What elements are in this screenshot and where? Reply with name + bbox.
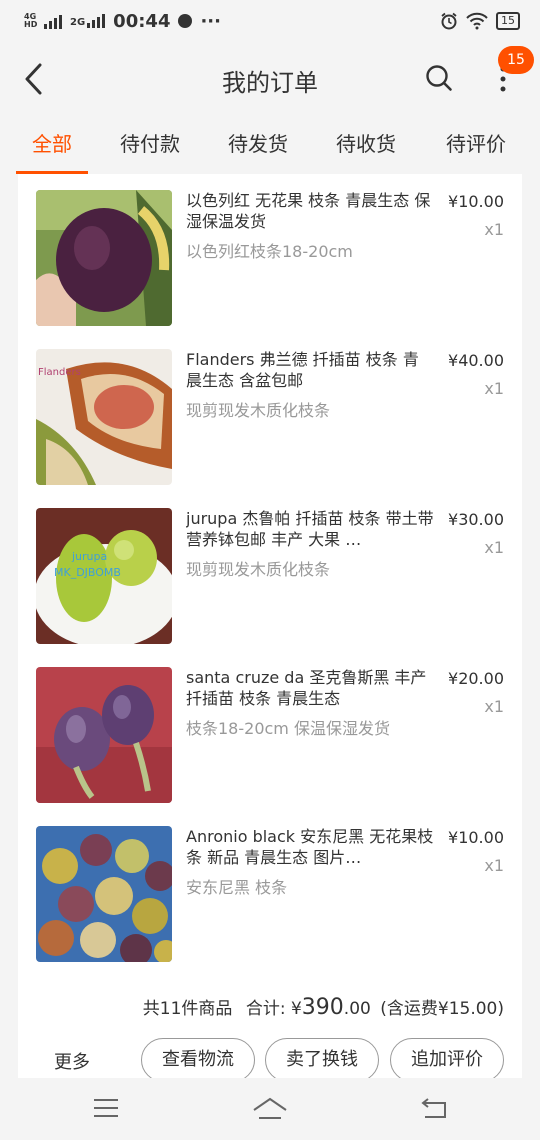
product-image[interactable] <box>36 190 172 326</box>
product-sku: 枝条18-20cm 保温保湿发货 <box>186 719 390 738</box>
status-bar: 4G HD 2G 00:44 ··· 15 <box>0 0 540 42</box>
tab-pending-payment[interactable]: 待付款 <box>96 118 204 174</box>
status-time: 00:44 <box>113 10 171 32</box>
product-name: santa cruze da 圣克鲁斯黑 丰产 扦插苗 枝条 青晨生态 <box>186 668 427 708</box>
product-quantity: x1 <box>484 220 504 239</box>
back-arrow-icon[interactable] <box>22 62 46 96</box>
product-sku: 现剪现发木质化枝条 <box>186 560 331 579</box>
tab-all[interactable]: 全部 <box>8 118 96 174</box>
shipping-fee: (含运费¥15.00) <box>380 999 504 1019</box>
total-label: 合计: ¥ <box>245 999 302 1019</box>
product-image[interactable]: Flanders <box>36 349 172 485</box>
order-summary: 共11件商品 合计: ¥390.00 (含运费¥15.00) <box>143 994 504 1020</box>
total-decimal: .00 <box>343 999 371 1019</box>
order-item[interactable]: santa cruze da 圣克鲁斯黑 丰产 扦插苗 枝条 青晨生态 枝条18… <box>36 667 504 803</box>
order-card: 以色列红 无花果 枝条 青晨生态 保湿保温发货 以色列红枝条18-20cm ¥1… <box>18 174 522 1082</box>
product-info: Flanders 弗兰德 扦插苗 枝条 青晨生态 含盆包邮 现剪现发木质化枝条 <box>186 349 434 421</box>
tab-pending-review[interactable]: 待评价 <box>420 118 532 174</box>
network2-label: 2G <box>70 17 86 28</box>
add-review-button[interactable]: 追加评价 <box>390 1038 504 1082</box>
message-count-badge: 15 <box>498 46 534 74</box>
view-logistics-button[interactable]: 查看物流 <box>141 1038 255 1082</box>
product-quantity: x1 <box>484 538 504 557</box>
system-nav-bar <box>0 1078 540 1140</box>
signal-bars-icon <box>44 15 62 29</box>
order-tabs: 全部 待付款 待发货 待收货 待评价 <box>0 118 540 174</box>
product-price: ¥20.00 <box>448 669 504 688</box>
page-title: 我的订单 <box>222 68 318 97</box>
more-link[interactable]: 更多 <box>54 1048 90 1074</box>
back-nav-icon[interactable] <box>420 1096 448 1120</box>
product-price: ¥10.00 <box>448 828 504 847</box>
order-item[interactable]: jurupa MK_DJBOMB jurupa 杰鲁帕 扦插苗 枝条 带土带营养… <box>36 508 504 644</box>
order-actions: 更多 查看物流 卖了换钱 追加评价 <box>18 1038 522 1082</box>
product-info: Anronio black 安东尼黑 无花果枝条 新品 青晨生态 图片… 安东尼… <box>186 826 434 898</box>
cellular-2g-icon: 2G <box>70 14 106 28</box>
page-header: 我的订单 15 <box>0 42 540 118</box>
svg-text:jurupa: jurupa <box>71 550 107 563</box>
product-quantity: x1 <box>484 697 504 716</box>
product-sku: 现剪现发木质化枝条 <box>186 401 331 420</box>
total-amount: 390 <box>301 995 344 1020</box>
image-watermark: Flanders <box>38 367 81 378</box>
status-dots: ··· <box>200 10 221 32</box>
order-item[interactable]: Flanders Flanders 弗兰德 扦插苗 枝条 青晨生态 含盆包邮 现… <box>36 349 504 485</box>
product-info: jurupa 杰鲁帕 扦插苗 枝条 带土带营养钵包邮 丰产 大果 … 现剪现发木… <box>186 508 434 580</box>
product-info: santa cruze da 圣克鲁斯黑 丰产 扦插苗 枝条 青晨生态 枝条18… <box>186 667 434 739</box>
menu-icon[interactable] <box>92 1096 120 1120</box>
tab-pending-shipment[interactable]: 待发货 <box>204 118 312 174</box>
search-icon[interactable] <box>425 64 453 92</box>
order-item[interactable]: Anronio black 安东尼黑 无花果枝条 新品 青晨生态 图片… 安东尼… <box>36 826 504 962</box>
alarm-icon <box>441 12 457 30</box>
product-name: Flanders 弗兰德 扦插苗 枝条 青晨生态 含盆包邮 <box>186 350 419 390</box>
product-info: 以色列红 无花果 枝条 青晨生态 保湿保温发货 以色列红枝条18-20cm <box>186 190 434 262</box>
svg-text:MK_DJBOMB: MK_DJBOMB <box>54 566 121 579</box>
product-quantity: x1 <box>484 856 504 875</box>
order-item[interactable]: 以色列红 无花果 枝条 青晨生态 保湿保温发货 以色列红枝条18-20cm ¥1… <box>36 190 504 326</box>
tab-pending-receipt[interactable]: 待收货 <box>312 118 420 174</box>
notification-icon <box>178 14 193 28</box>
product-name: jurupa 杰鲁帕 扦插苗 枝条 带土带营养钵包邮 丰产 大果 … <box>186 509 434 549</box>
product-image[interactable] <box>36 826 172 962</box>
battery-icon: 15 <box>496 12 520 30</box>
product-price: ¥30.00 <box>448 510 504 529</box>
signal-bars-2-icon <box>87 14 106 28</box>
wifi-icon <box>466 12 488 30</box>
resell-button[interactable]: 卖了换钱 <box>265 1038 379 1082</box>
product-sku: 安东尼黑 枝条 <box>186 878 288 897</box>
home-icon[interactable] <box>252 1096 288 1122</box>
status-right: 15 <box>440 12 520 30</box>
product-price: ¥10.00 <box>448 192 504 211</box>
item-count: 共11件商品 <box>142 999 233 1019</box>
product-name: Anronio black 安东尼黑 无花果枝条 新品 青晨生态 图片… <box>186 827 434 867</box>
network1-label: 4G HD <box>24 12 38 29</box>
product-sku: 以色列红枝条18-20cm <box>186 242 353 261</box>
status-left: 4G HD 2G 00:44 ··· <box>24 11 221 32</box>
product-price: ¥40.00 <box>448 351 504 370</box>
product-image[interactable] <box>36 667 172 803</box>
product-image[interactable]: jurupa MK_DJBOMB <box>36 508 172 644</box>
product-quantity: x1 <box>484 379 504 398</box>
product-name: 以色列红 无花果 枝条 青晨生态 保湿保温发货 <box>186 191 431 231</box>
cellular-4g-icon: 4G HD <box>24 13 62 29</box>
